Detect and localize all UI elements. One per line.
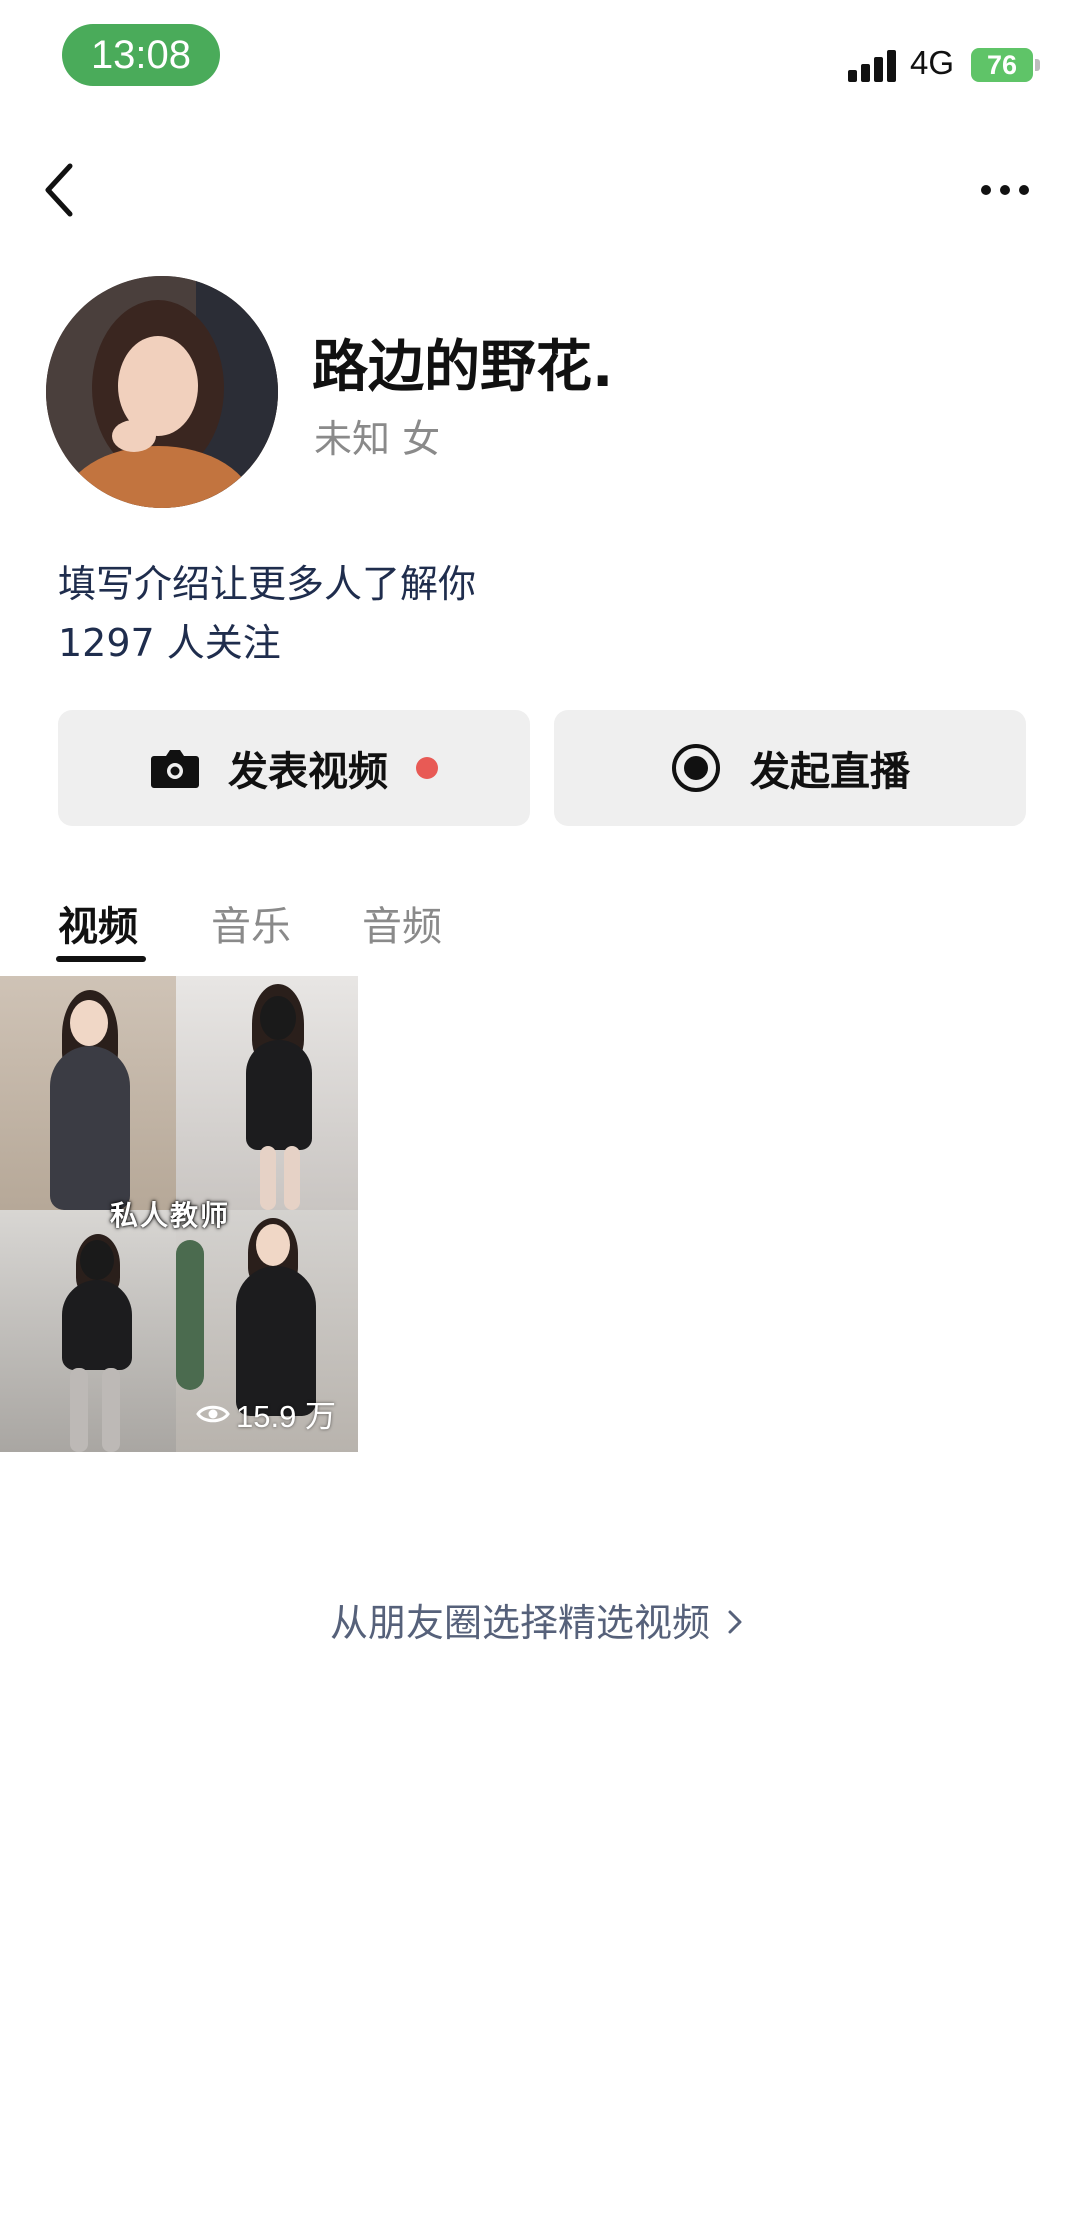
select-featured-video-link[interactable]: 从朋友圈选择精选视频 (0, 1592, 1074, 1647)
profile-meta: 未知 女 (314, 417, 441, 461)
avatar[interactable] (46, 276, 278, 508)
more-button[interactable] (980, 178, 1030, 202)
post-video-label: 发表视频 (228, 749, 388, 795)
video-caption: 私人教师 (110, 1199, 231, 1232)
follow-count[interactable]: 1297 人关注 (58, 612, 281, 667)
chevron-right-icon (728, 1610, 742, 1634)
tab-video[interactable]: 视频 (58, 894, 138, 952)
tab-music[interactable]: 音乐 (211, 894, 291, 952)
profile-intro-link[interactable]: 填写介绍让更多人了解你 (58, 553, 476, 608)
thumbnail-frame-2 (176, 976, 358, 1210)
signal-icon (848, 50, 898, 82)
eye-icon (196, 1405, 230, 1422)
tab-audio[interactable]: 音频 (362, 894, 442, 952)
chevron-left-icon (45, 163, 73, 217)
battery-level: 76 (971, 48, 1033, 82)
select-featured-video-label: 从朋友圈选择精选视频 (329, 1601, 710, 1645)
view-count-text: 15.9 万 (236, 1399, 336, 1434)
more-dots-icon (981, 185, 1029, 195)
start-live-label: 发起直播 (750, 749, 910, 795)
post-video-button[interactable]: 发表视频 (58, 710, 530, 826)
start-live-button[interactable]: 发起直播 (554, 710, 1026, 826)
thumbnail-frame-3 (0, 1210, 176, 1452)
new-badge-dot (416, 757, 438, 779)
thumbnail-frame-1 (0, 976, 176, 1210)
record-icon (672, 744, 720, 792)
camera-icon (151, 750, 199, 788)
video-view-count: 15.9 万 (196, 1391, 336, 1436)
status-time: 13:08 (62, 24, 220, 86)
battery-icon (1035, 59, 1040, 71)
video-thumbnail[interactable]: 私人教师 15.9 万 (0, 976, 358, 1452)
avatar-photo (46, 276, 278, 508)
profile-name: 路边的野花. (312, 335, 614, 400)
tab-active-indicator (56, 956, 146, 962)
network-type: 4G (910, 44, 955, 81)
back-button[interactable] (40, 160, 84, 220)
